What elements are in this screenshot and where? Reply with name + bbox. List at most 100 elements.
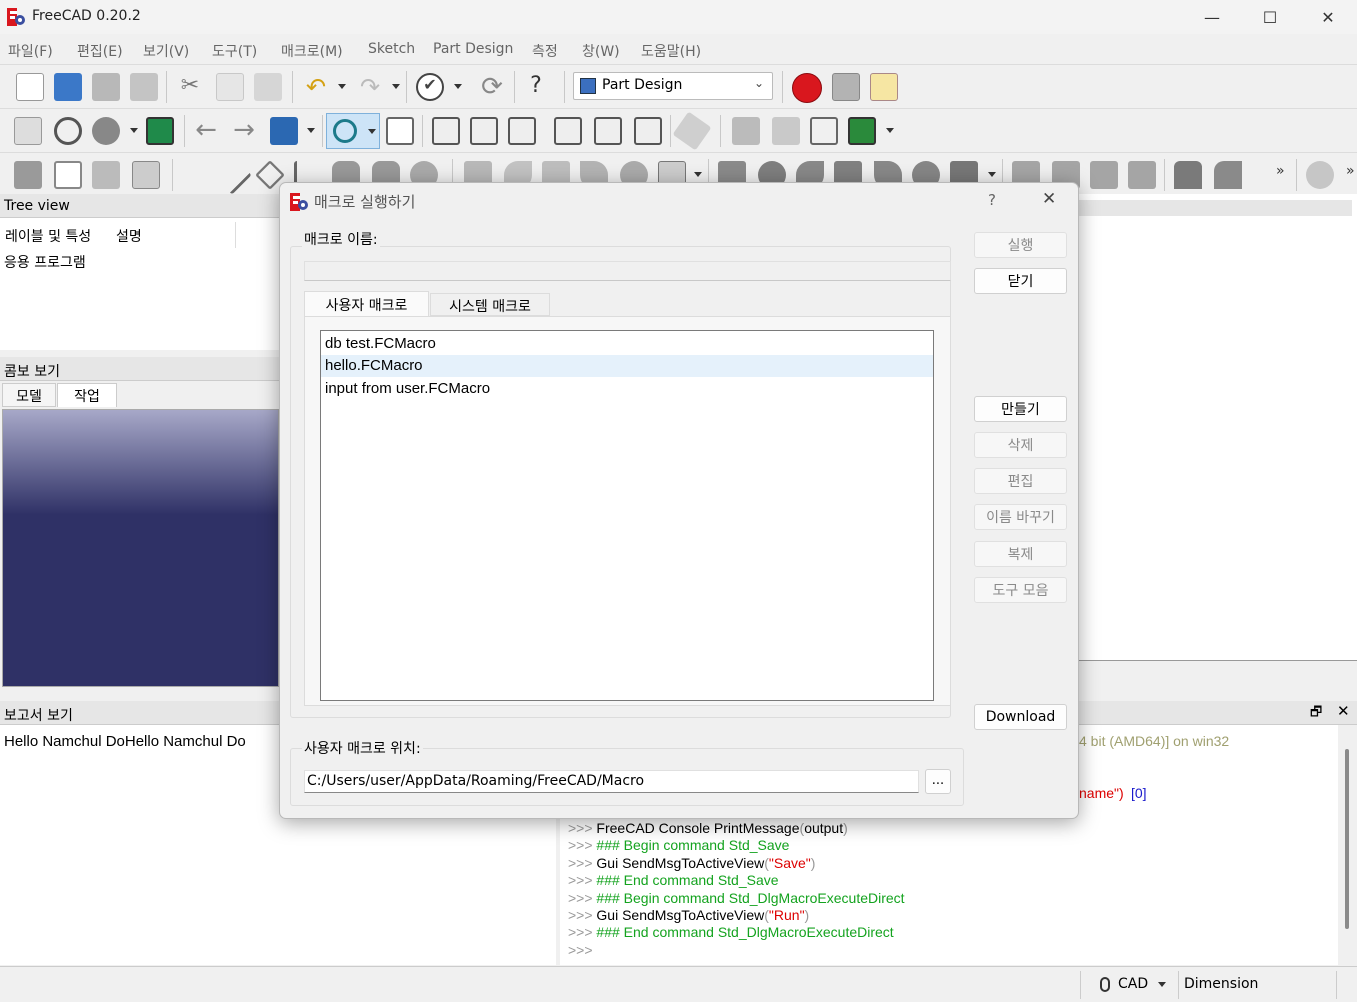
front-view-icon[interactable] xyxy=(432,117,460,145)
close-window-button[interactable]: ✕ xyxy=(1299,0,1357,34)
menu-part-design[interactable]: Part Design xyxy=(433,41,513,57)
location-input[interactable]: C:/Users/user/AppData/Roaming/FreeCAD/Ma… xyxy=(304,770,919,793)
sync-view-icon[interactable] xyxy=(270,117,298,145)
tab-system-macros[interactable]: 시스템 매크로 xyxy=(430,293,550,316)
std-view-button[interactable] xyxy=(326,113,380,149)
validate-sketch-icon[interactable] xyxy=(92,161,120,189)
menu-edit[interactable]: 편집(E) xyxy=(77,41,123,61)
rename-button[interactable]: 이름 바꾸기 xyxy=(974,504,1067,530)
tree-item-application[interactable]: 응용 프로그램 xyxy=(4,252,86,272)
macro-name-input[interactable] xyxy=(304,261,951,281)
measure-icon[interactable] xyxy=(1306,161,1334,189)
part-icon[interactable] xyxy=(732,117,760,145)
back-icon[interactable]: ← xyxy=(192,117,220,145)
tab-task[interactable]: 작업 xyxy=(57,383,117,407)
fit-all-icon[interactable] xyxy=(14,117,42,145)
multi-transform-icon[interactable] xyxy=(1128,161,1156,189)
menu-help[interactable]: 도움말(H) xyxy=(641,41,701,61)
recompute-icon[interactable]: ⟳ xyxy=(478,73,506,101)
undo-dropdown-icon[interactable] xyxy=(338,84,346,89)
create-sketch-icon[interactable] xyxy=(54,161,82,189)
isometric-icon[interactable] xyxy=(386,117,414,145)
rear-view-icon[interactable] xyxy=(554,117,582,145)
menu-measure[interactable]: 측정 xyxy=(532,41,558,61)
check-dropdown-icon[interactable] xyxy=(454,84,462,89)
create-button[interactable]: 만들기 xyxy=(974,396,1067,422)
subtractive-dropdown-icon[interactable] xyxy=(988,172,996,177)
nav-style[interactable]: CAD xyxy=(1118,976,1148,992)
toolbar-overflow-icon[interactable]: » xyxy=(1276,163,1285,179)
macro-item[interactable]: input from user.FCMacro xyxy=(321,378,933,400)
copy-icon[interactable] xyxy=(216,73,244,101)
link-actions-icon[interactable] xyxy=(848,117,876,145)
delete-button[interactable]: 삭제 xyxy=(974,432,1067,458)
stop-macro-icon[interactable] xyxy=(832,73,860,101)
tab-user-macros[interactable]: 사용자 매크로 xyxy=(304,291,429,316)
dialog-close-button[interactable]: ✕ xyxy=(1042,189,1056,209)
whats-this-icon[interactable]: ? xyxy=(522,73,550,101)
top-view-icon[interactable] xyxy=(470,117,498,145)
menu-macro[interactable]: 매크로(M) xyxy=(281,41,343,61)
browse-button[interactable]: ... xyxy=(925,769,951,794)
execute-button[interactable]: 실행 xyxy=(974,232,1067,258)
cut-icon[interactable]: ✂ xyxy=(176,73,204,101)
console-scrollbar[interactable] xyxy=(1338,725,1357,965)
edit-button[interactable]: 편집 xyxy=(974,468,1067,494)
forward-icon[interactable]: → xyxy=(230,117,258,145)
chamfer-icon[interactable] xyxy=(1214,161,1242,189)
download-button[interactable]: Download xyxy=(974,704,1067,730)
link-dropdown-icon[interactable] xyxy=(886,128,894,133)
duplicate-button[interactable]: 복제 xyxy=(974,541,1067,567)
polar-pattern-icon[interactable] xyxy=(1090,161,1118,189)
units-label[interactable]: Dimension xyxy=(1184,976,1258,992)
macro-item-selected[interactable]: hello.FCMacro xyxy=(321,355,933,377)
fillet-icon[interactable] xyxy=(1174,161,1202,189)
macro-item[interactable]: db test.FCMacro xyxy=(321,333,933,355)
close-panel-icon[interactable]: ✕ xyxy=(1337,702,1350,720)
float-panel-icon[interactable]: 🗗 xyxy=(1310,703,1322,725)
toolbar-button[interactable]: 도구 모음 xyxy=(974,577,1067,603)
toolbar-overflow-2-icon[interactable]: » xyxy=(1346,163,1355,179)
undo-icon[interactable]: ↶ xyxy=(302,73,330,101)
measure-distance-icon[interactable] xyxy=(672,111,712,151)
minimize-button[interactable]: — xyxy=(1183,0,1241,34)
macro-list[interactable]: db test.FCMacro hello.FCMacro input from… xyxy=(320,330,934,701)
save-as-icon[interactable] xyxy=(130,73,158,101)
link-icon[interactable] xyxy=(810,117,838,145)
help-button[interactable]: ? xyxy=(988,191,996,209)
close-button[interactable]: 닫기 xyxy=(974,268,1067,294)
menu-file[interactable]: 파일(F) xyxy=(8,41,53,61)
datum-line-icon[interactable] xyxy=(212,155,252,195)
draw-style-icon[interactable] xyxy=(92,117,120,145)
tab-model[interactable]: 모델 xyxy=(2,383,56,407)
menu-view[interactable]: 보기(V) xyxy=(143,41,189,61)
redo-dropdown-icon[interactable] xyxy=(392,84,400,89)
bounding-box-icon[interactable] xyxy=(146,117,174,145)
paste-icon[interactable] xyxy=(254,73,282,101)
redo-icon[interactable]: ↷ xyxy=(356,73,384,101)
group-icon[interactable] xyxy=(772,117,800,145)
record-macro-icon[interactable] xyxy=(792,73,822,103)
menu-sketch[interactable]: Sketch xyxy=(368,41,415,57)
shape-binder-icon[interactable] xyxy=(132,161,160,189)
primitive-dropdown-icon[interactable] xyxy=(694,172,702,177)
new-file-icon[interactable] xyxy=(16,73,44,101)
menu-tools[interactable]: 도구(T) xyxy=(212,41,257,61)
left-view-icon[interactable] xyxy=(634,117,662,145)
console-scroll-thumb[interactable] xyxy=(1345,749,1349,929)
fit-selection-icon[interactable] xyxy=(54,117,82,145)
save-icon[interactable] xyxy=(92,73,120,101)
right-view-icon[interactable] xyxy=(508,117,536,145)
refresh-check-icon[interactable]: ✔ xyxy=(416,73,444,101)
bottom-view-icon[interactable] xyxy=(594,117,622,145)
sync-dropdown-icon[interactable] xyxy=(307,128,315,133)
open-file-icon[interactable] xyxy=(54,73,82,101)
menu-window[interactable]: 창(W) xyxy=(582,41,620,61)
tree-col-description[interactable]: 설명 xyxy=(116,226,142,246)
create-body-icon[interactable] xyxy=(14,161,42,189)
maximize-button[interactable]: ☐ xyxy=(1241,0,1299,34)
tree-col-label[interactable]: 레이블 및 특성 xyxy=(5,226,91,246)
workbench-selector[interactable]: Part Design ⌄ xyxy=(573,72,773,100)
nav-style-dropdown-icon[interactable] xyxy=(1158,982,1166,987)
edit-macro-icon[interactable] xyxy=(870,73,898,101)
